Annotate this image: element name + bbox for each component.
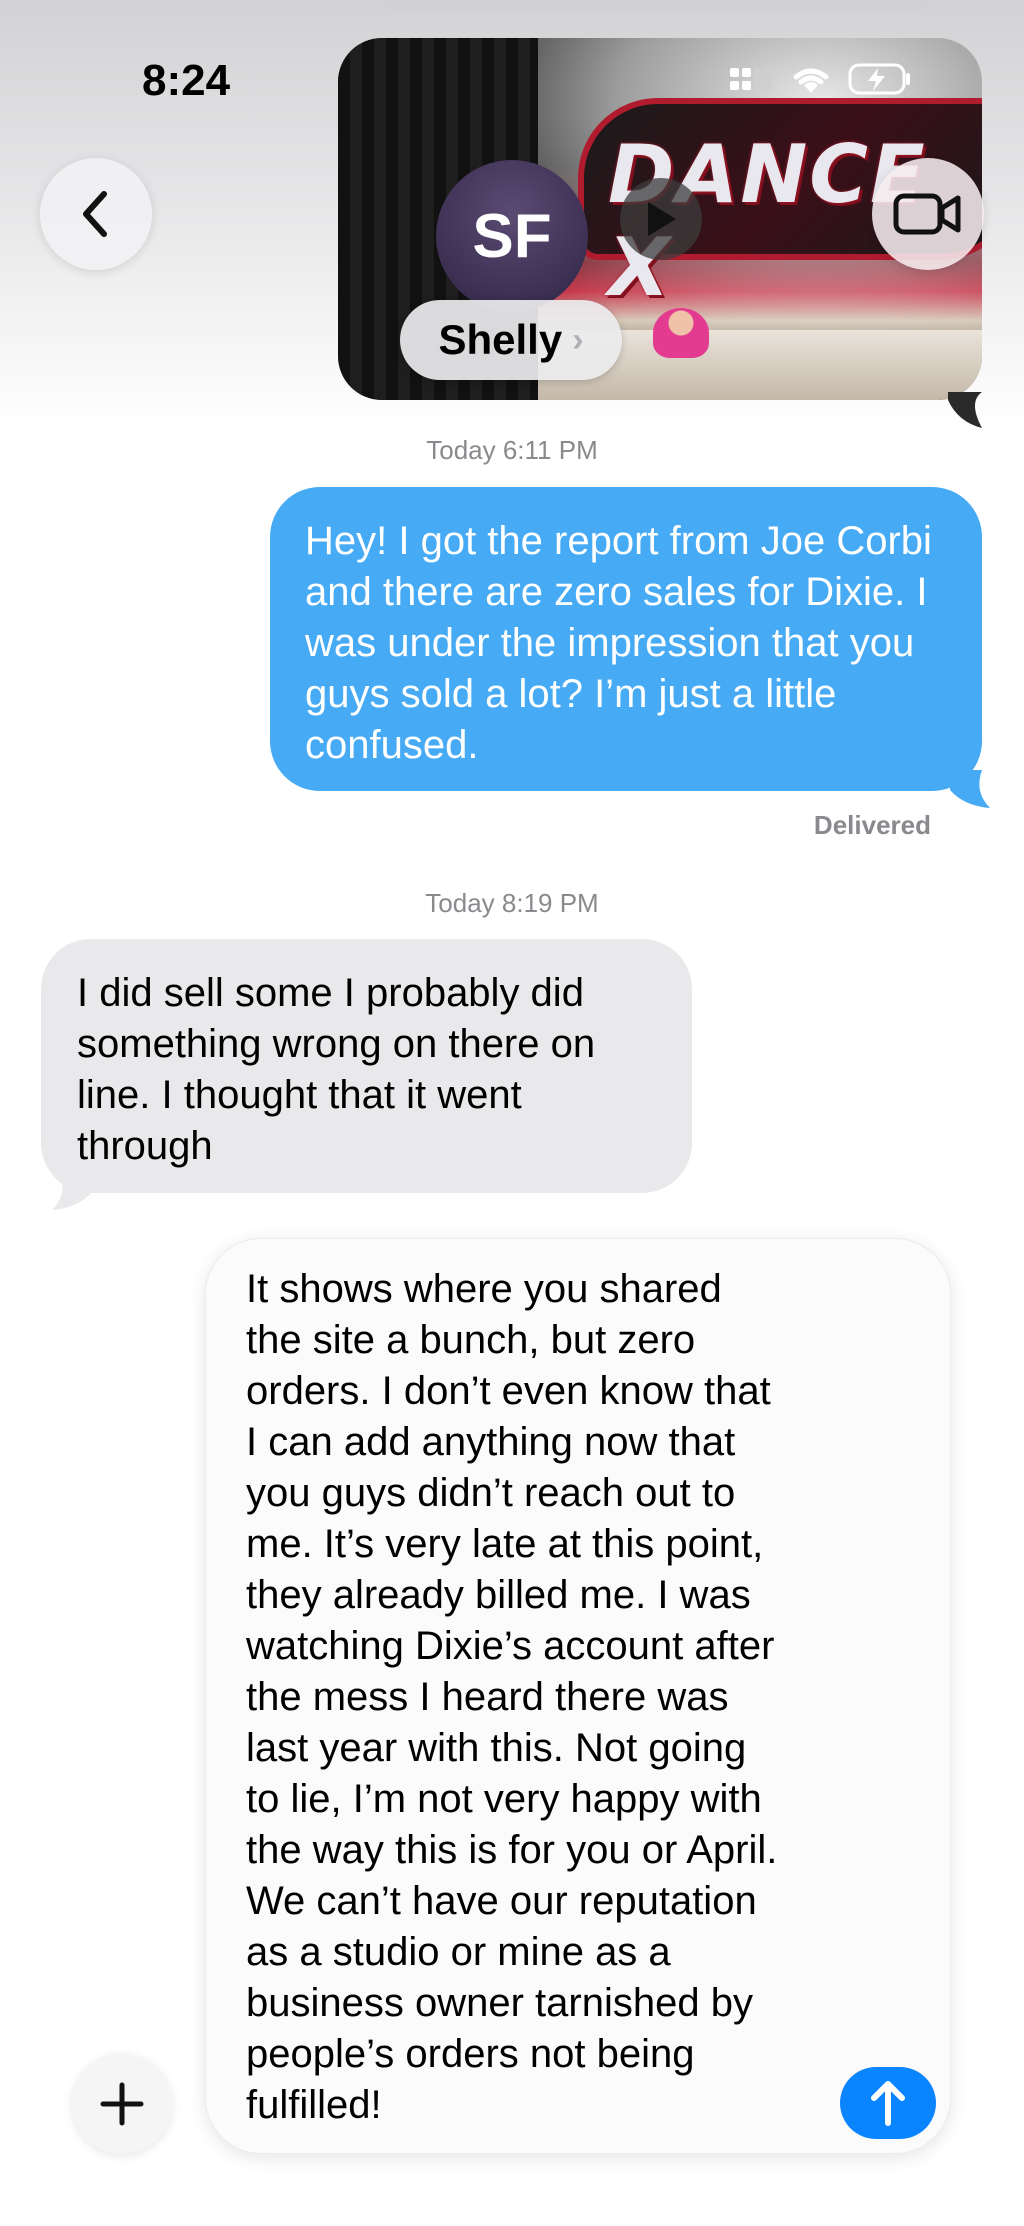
timestamp-1: Today 6:11 PM [426,435,598,465]
wifi-icon [790,63,832,100]
received-bubble-tail [52,1172,92,1210]
status-icons [730,62,912,101]
compose-draft-text[interactable]: It shows where you shared the site a bun… [246,1264,846,2131]
arrow-up-icon [871,2081,905,2126]
signal-icon [730,64,774,99]
back-button[interactable] [40,158,152,270]
timestamp-2: Today 8:19 PM [425,888,599,918]
video-call-button[interactable] [872,158,984,270]
contact-name-button[interactable]: Shelly › [400,300,622,380]
message-compose-field[interactable]: It shows where you shared the site a bun… [205,1238,951,2154]
battery-charging-icon [848,62,912,101]
contact-avatar[interactable]: SF [436,160,588,312]
send-button[interactable] [840,2067,936,2139]
video-camera-icon [893,193,961,235]
contact-name: Shelly [438,316,563,363]
chevron-left-icon [83,191,107,237]
add-attachment-button[interactable] [72,2054,172,2154]
sent-message-bubble[interactable]: Hey! I got the report from Joe Corbi and… [270,487,982,791]
chevron-right-icon: › [572,320,584,359]
delivered-status: Delivered [813,810,931,840]
plus-icon [100,2082,144,2126]
video-bubble-tail [948,392,982,428]
received-message-bubble[interactable]: I did sell some I probably did something… [41,939,692,1193]
dancer-figure [653,308,709,358]
play-icon[interactable] [620,178,702,260]
status-time: 8:24 [142,56,231,105]
sent-bubble-tail [950,770,990,808]
